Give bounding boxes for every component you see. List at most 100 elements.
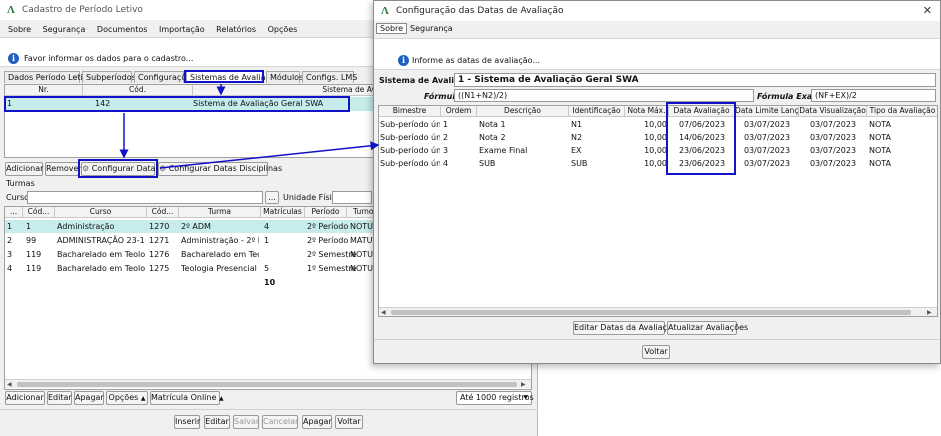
turma-cell-curso: Administração (57, 222, 115, 231)
insert-button[interactable]: Inserir (174, 415, 200, 429)
dialog-titlebar: Λ Configuração das Datas de Avaliação ✕ (374, 1, 940, 21)
turmas-header-turma[interactable]: Turma (179, 207, 261, 218)
turma-add-button[interactable]: Adicionar (5, 391, 45, 405)
av-header-bimestre[interactable]: Bimestre (379, 106, 441, 117)
tab-subperiodos[interactable]: Subperíodos (82, 71, 136, 83)
sys-header-nr[interactable]: Nr. (5, 85, 83, 96)
av-cell-data-visualizacao: 03/07/2023 (809, 159, 857, 168)
dialog-back-button[interactable]: Voltar (642, 345, 670, 359)
triangle-up-icon: ▲ (218, 395, 224, 402)
tab-configuracoes[interactable]: Configurações (134, 71, 195, 83)
turma-cell-cod-curso: 99 (26, 236, 37, 245)
av-header-descricao[interactable]: Descrição (477, 106, 569, 117)
close-icon[interactable]: ✕ (923, 4, 932, 17)
dialog-window: Λ Configuração das Datas de Avaliação ✕ … (373, 0, 941, 364)
scroll-thumb[interactable] (17, 382, 517, 387)
avaliacoes-horizontal-scrollbar[interactable]: ◀ ▶ (379, 307, 937, 316)
tab-dados-periodo[interactable]: Dados Período Letivo (4, 71, 92, 83)
main-window-title: Cadastro de Período Letivo (22, 5, 143, 15)
gears-icon: ⚙ (159, 164, 167, 173)
turma-cell-cod-curso: 119 (26, 250, 42, 259)
scroll-right-icon[interactable]: ▶ (927, 308, 932, 316)
turma-cell-curso: Bacharelado em Teologia (57, 250, 145, 259)
turmas-header-idx[interactable]: ... (5, 207, 23, 218)
av-cell-ordem: 4 (443, 159, 449, 168)
tab-modulos[interactable]: Módulos (266, 71, 303, 83)
turmas-header-matriculas[interactable]: Matrículas (261, 207, 305, 218)
table-row[interactable]: Sub-período úni... 3 Exame Final EX 10,0… (379, 144, 937, 157)
turma-delete-button[interactable]: Apagar (74, 391, 104, 405)
dialog-menu-sobre[interactable]: Sobre (376, 23, 408, 34)
av-header-tipo[interactable]: Tipo da Avaliação (867, 106, 937, 117)
update-evaluations-button[interactable]: Atualizar Avaliações (667, 321, 748, 335)
menu-documentos[interactable]: Documentos (97, 25, 148, 34)
av-cell-tipo: NOTA (869, 146, 892, 155)
back-button[interactable]: Voltar (335, 415, 363, 429)
turmas-header-cod-curso[interactable]: Cód... (23, 207, 55, 218)
curso-field[interactable] (27, 191, 263, 204)
sys-header-cod[interactable]: Cód. (83, 85, 193, 96)
menu-relatorios[interactable]: Relatórios (216, 25, 256, 34)
av-header-data-visualizacao[interactable]: Data Visualização (799, 106, 867, 117)
turmas-horizontal-scrollbar[interactable]: ◀ ▶ (5, 379, 531, 388)
highlight-tab-box (184, 70, 264, 83)
av-cell-ordem: 2 (443, 133, 449, 142)
av-header-data-limite[interactable]: Data Limite Lanç. (735, 106, 799, 117)
av-cell-identificacao: N2 (571, 133, 583, 142)
unidade-field[interactable] (332, 191, 372, 204)
info-icon: i (398, 55, 409, 66)
av-cell-nota-max: 10,00 (644, 159, 667, 168)
table-row[interactable]: 4 119 Bacharelado em Teologia 1275 Teolo… (5, 262, 377, 275)
av-cell-nota-max: 10,00 (644, 120, 667, 129)
edit-dates-button[interactable]: Editar Datas da Avaliação (573, 321, 677, 335)
table-row[interactable]: 1 1 Administração 1270 2º ADM 4 2º Perío… (5, 220, 377, 233)
scroll-thumb[interactable] (391, 310, 911, 315)
matricula-online-button[interactable]: Matrícula Online ▲ (150, 391, 224, 405)
table-row[interactable]: Sub-período úni... 1 Nota 1 N1 10,00 07/… (379, 118, 937, 131)
av-header-nota-max[interactable]: Nota Máx. (625, 106, 669, 117)
menu-seguranca[interactable]: Segurança (43, 25, 86, 34)
turma-cell-matriculas: 4 (264, 222, 270, 231)
av-cell-tipo: NOTA (869, 120, 892, 129)
matriculas-total: 10 (264, 278, 276, 287)
save-button[interactable]: Salvar (233, 415, 259, 429)
dialog-title: Configuração das Datas de Avaliação (396, 6, 564, 16)
delete-button[interactable]: Apagar (302, 415, 332, 429)
turmas-header-cod-turma[interactable]: Cód... (147, 207, 179, 218)
avaliacoes-grid: Bimestre Ordem Descrição Identificação N… (378, 105, 938, 317)
edit-button[interactable]: Editar (204, 415, 230, 429)
table-row[interactable]: 3 119 Bacharelado em Teologia 1276 Bacha… (5, 248, 377, 261)
av-header-identificacao[interactable]: Identificação (569, 106, 625, 117)
dialog-info-text: Informe as datas de avaliação... (412, 56, 541, 65)
scroll-right-icon[interactable]: ▶ (521, 380, 526, 389)
menu-sobre[interactable]: Sobre (8, 25, 31, 34)
menu-opcoes[interactable]: Opções (268, 25, 298, 34)
turma-cell-turma: Bacharelado em Teolo... (181, 250, 259, 259)
scroll-left-icon[interactable]: ◀ (7, 380, 12, 389)
menu-importacao[interactable]: Importação (159, 25, 205, 34)
scroll-left-icon[interactable]: ◀ (381, 308, 386, 316)
table-row[interactable]: Sub-período úni... 4 SUB SUB 10,00 23/06… (379, 157, 937, 170)
turma-cell-idx: 4 (7, 264, 13, 273)
cancel-button[interactable]: Cancelar (262, 415, 298, 429)
turma-options-button[interactable]: Opções ▲ (106, 391, 148, 405)
tab-configs-lms[interactable]: Configs. LMS (302, 71, 357, 83)
records-select[interactable]: Até 1000 registros ▼ (456, 391, 534, 405)
config-disc-dates-button[interactable]: ⚙ Configurar Datas Disciplinas (158, 162, 282, 176)
av-cell-tipo: NOTA (869, 159, 892, 168)
table-row[interactable]: Sub-período úni... 2 Nota 2 N2 10,00 14/… (379, 131, 937, 144)
turma-edit-button[interactable]: Editar (47, 391, 72, 405)
curso-browse-button[interactable]: ... (265, 191, 279, 204)
turma-cell-periodo: 2º Período (307, 222, 349, 231)
turmas-header-periodo[interactable]: Período (305, 207, 347, 218)
av-cell-descricao: Nota 1 (479, 120, 506, 129)
av-header-ordem[interactable]: Ordem (441, 106, 477, 117)
dialog-menu-seguranca[interactable]: Segurança (410, 24, 453, 33)
turma-cell-matriculas: 1 (264, 236, 270, 245)
sys-add-button[interactable]: Adicionar (5, 162, 43, 176)
turmas-header-curso[interactable]: Curso (55, 207, 147, 218)
turma-cell-curso: ADMINISTRAÇÃO 23-1 (57, 236, 145, 245)
table-row[interactable]: 2 99 ADMINISTRAÇÃO 23-1 1271 Administraç… (5, 234, 377, 247)
sys-remove-button[interactable]: Remover (45, 162, 82, 176)
av-cell-descricao: Exame Final (479, 146, 528, 155)
